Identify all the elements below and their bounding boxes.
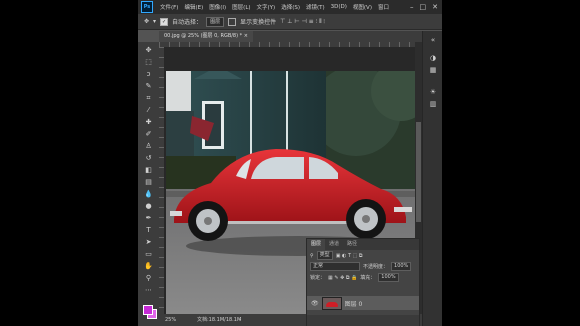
menu-file[interactable]: 文件(F) — [157, 3, 181, 11]
marquee-tool-icon[interactable]: ⬚ — [143, 57, 154, 67]
lasso-tool-icon[interactable]: ↄ — [143, 69, 154, 79]
auto-select-dropdown[interactable]: 图层 — [206, 16, 225, 27]
eye-icon[interactable]: 👁 — [311, 300, 319, 307]
blur-tool-icon[interactable]: 💧 — [143, 189, 154, 199]
menu-window[interactable]: 窗口 — [375, 3, 392, 11]
clone-stamp-tool-icon[interactable]: ♙ — [143, 141, 154, 151]
blend-mode-dropdown[interactable]: 正常 — [310, 262, 360, 271]
foreground-color-swatch[interactable] — [143, 305, 153, 315]
menu-bar: Ps 文件(F) 编辑(E) 图像(I) 图层(L) 文字(Y) 选择(S) 滤… — [138, 0, 442, 14]
show-transform-label: 显示变换控件 — [240, 19, 277, 26]
layers-panel-footer — [307, 315, 419, 326]
more-tools-icon[interactable]: ⋯ — [143, 285, 154, 295]
close-button[interactable]: ✕ — [432, 3, 438, 11]
layers-panel-tabs: 图层 通道 路径 — [307, 239, 419, 250]
move-tool-icon[interactable]: ✥ — [144, 18, 149, 25]
maximize-button[interactable]: □ — [420, 3, 427, 11]
blend-row: 正常 不透明度： 100% — [307, 261, 419, 272]
color-panel-icon[interactable]: ◑ — [428, 53, 438, 63]
crop-tool-icon[interactable]: ⌗ — [143, 93, 154, 103]
menu-layer[interactable]: 图层(L) — [229, 3, 253, 11]
lock-label: 锁定： — [310, 275, 326, 281]
show-transform-checkbox[interactable] — [228, 17, 237, 26]
menu-edit[interactable]: 编辑(E) — [181, 3, 206, 11]
filter-icons[interactable]: ▣ ◐ T ⬚ ⧉ — [336, 253, 363, 259]
lock-icons[interactable]: ▦ ✎ ✥ ⧉ 🔒 — [328, 275, 357, 281]
layer-thumbnail — [321, 296, 342, 310]
status-arrow-icon[interactable]: › — [239, 314, 241, 326]
properties-panel-icon[interactable]: ▥ — [428, 99, 438, 109]
zoom-tool-icon[interactable]: ⚲ — [143, 273, 154, 283]
swatches-panel-icon[interactable]: ▦ — [428, 65, 438, 75]
dodge-tool-icon[interactable]: ● — [143, 201, 154, 211]
opacity-field[interactable]: 100% — [391, 262, 412, 271]
path-select-tool-icon[interactable]: ➤ — [143, 237, 154, 247]
opacity-label: 不透明度： — [363, 264, 389, 270]
history-brush-tool-icon[interactable]: ↺ — [143, 153, 154, 163]
move-tool-icon[interactable]: ✥ — [143, 45, 154, 55]
pen-tool-icon[interactable]: ✒ — [143, 213, 154, 223]
document-size: 文档:18.1M/18.1M — [197, 317, 242, 323]
auto-select-label: 自动选择： — [172, 19, 203, 26]
layer-filter-row: ⚲ 类型 ▣ ◐ T ⬚ ⧉ — [307, 250, 419, 261]
shape-tool-icon[interactable]: ▭ — [143, 249, 154, 259]
menu-3d[interactable]: 3D(D) — [328, 4, 350, 10]
type-tool-icon[interactable]: T — [143, 225, 154, 235]
search-icon: ⚲ — [310, 252, 314, 259]
document-tabs: 00.jpg @ 25% (图层 0, RGB/8) * × — [159, 31, 435, 42]
eyedropper-tool-icon[interactable]: ⁄ — [143, 105, 154, 115]
layer-filter-dropdown[interactable]: 类型 — [316, 251, 333, 260]
menu-image[interactable]: 图像(I) — [206, 3, 229, 11]
gradient-tool-icon[interactable]: ▤ — [143, 177, 154, 187]
auto-select-checkbox[interactable]: ✓ — [160, 17, 169, 26]
document-tab-title: 00.jpg @ 25% (图层 0, RGB/8) * — [164, 33, 243, 39]
lock-row: 锁定： ▦ ✎ ✥ ⧉ 🔒 填充： 100% — [307, 272, 419, 283]
chevron-down-icon[interactable]: ▾ — [153, 18, 156, 25]
scrollbar-thumb[interactable] — [416, 122, 421, 222]
minimize-button[interactable]: – — [410, 3, 414, 11]
document-tab[interactable]: 00.jpg @ 25% (图层 0, RGB/8) * × — [159, 31, 253, 42]
eraser-tool-icon[interactable]: ◧ — [143, 165, 154, 175]
window-controls: – □ ✕ — [410, 3, 442, 11]
align-icons[interactable]: ⊤ ⊥ ⊢ ⊣ ≡ ⫶ ⦀ ⦙ — [280, 18, 325, 26]
tools-panel: ✥ ⬚ ↄ ✎ ⌗ ⁄ ✚ ✐ ♙ ↺ ◧ ▤ 💧 ● ✒ T ➤ ▭ ✋ ⚲ … — [138, 42, 159, 326]
options-bar: ✥ ▾ ✓ 自动选择： 图层 显示变换控件 ⊤ ⊥ ⊢ ⊣ ≡ ⫶ ⦀ ⦙ — [138, 14, 442, 30]
tab-paths[interactable]: 路径 — [343, 239, 361, 250]
panel-dock: « ◑ ▦ ☀ ▥ — [422, 31, 442, 326]
tab-channels[interactable]: 通道 — [325, 239, 343, 250]
layer-name[interactable]: 图层 0 — [345, 299, 363, 308]
hand-tool-icon[interactable]: ✋ — [143, 261, 154, 271]
adjustments-panel-icon[interactable]: ☀ — [428, 87, 438, 97]
layer-row[interactable]: 👁 图层 0 — [307, 296, 419, 310]
menu-view[interactable]: 视图(V) — [350, 3, 375, 11]
collapse-panels-icon[interactable]: « — [428, 35, 438, 45]
layers-panel: 图层 通道 路径 ⚲ 类型 ▣ ◐ T ⬚ ⧉ 正常 不透明度： 100% 锁定… — [306, 238, 420, 326]
zoom-level[interactable]: 25% — [165, 314, 176, 326]
brush-tool-icon[interactable]: ✐ — [143, 129, 154, 139]
fill-field[interactable]: 100% — [378, 273, 399, 282]
menu-select[interactable]: 选择(S) — [278, 3, 303, 11]
healing-brush-tool-icon[interactable]: ✚ — [143, 117, 154, 127]
menu-type[interactable]: 文字(Y) — [254, 3, 279, 11]
photoshop-logo: Ps — [141, 1, 153, 13]
photoshop-window: Ps 文件(F) 编辑(E) 图像(I) 图层(L) 文字(Y) 选择(S) 滤… — [138, 0, 442, 326]
letterbox-right — [442, 0, 580, 326]
tab-layers[interactable]: 图层 — [307, 239, 326, 250]
tab-close-button[interactable]: × — [244, 33, 248, 39]
menu-filter[interactable]: 滤镜(T) — [303, 3, 328, 11]
quick-select-tool-icon[interactable]: ✎ — [143, 81, 154, 91]
fill-label: 填充： — [360, 275, 376, 281]
